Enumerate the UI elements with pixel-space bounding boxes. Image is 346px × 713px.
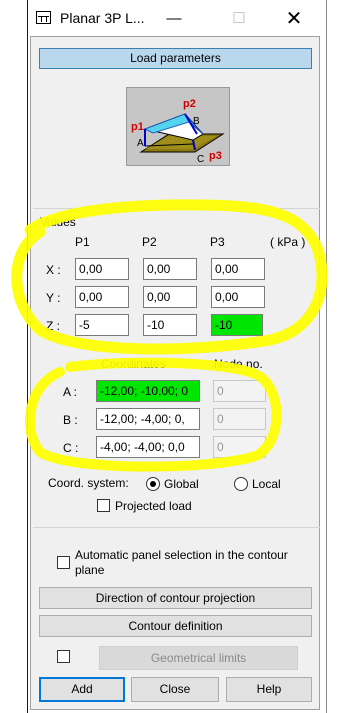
z-p1-input[interactable]: -5: [75, 314, 129, 336]
help-button[interactable]: Help: [226, 677, 312, 702]
window-border-left: [27, 0, 28, 713]
diagram-label-a: A: [137, 138, 144, 149]
close-window-button[interactable]: ✕: [274, 4, 314, 32]
title-bar[interactable]: Planar 3P L... — ☐ ✕: [28, 0, 326, 36]
diagram-label-b: B: [193, 116, 200, 127]
coord-a-input[interactable]: -12,00; -10,00; 0: [96, 380, 200, 402]
minimize-button[interactable]: —: [154, 4, 194, 32]
load-parameters-header[interactable]: Load parameters: [39, 48, 312, 69]
unit-label: ( kPa ): [270, 235, 306, 249]
window-border-right: [326, 0, 327, 713]
app-icon: [36, 11, 51, 24]
maximize-button[interactable]: ☐: [219, 4, 259, 32]
coord-c-input[interactable]: -4,00; -4,00; 0,0: [96, 436, 200, 458]
projected-load-label[interactable]: Projected load: [115, 499, 192, 513]
planar-load-diagram-icon: p1 p2 p3 A B C: [131, 98, 225, 165]
y-p1-input[interactable]: 0,00: [75, 286, 129, 308]
node-no-header: Node no.: [214, 357, 263, 371]
auto-panel-label-line1: Automatic panel selection in the contour: [75, 548, 288, 562]
auto-panel-checkbox[interactable]: [57, 556, 70, 569]
load-diagram: p1 p2 p3 A B C: [126, 87, 230, 166]
direction-of-contour-projection-button[interactable]: Direction of contour projection: [39, 587, 312, 609]
column-header-p1: P1: [75, 235, 90, 249]
x-p1-input[interactable]: 0,00: [75, 258, 129, 280]
node-a-input[interactable]: 0: [213, 380, 266, 402]
auto-panel-label-line2: plane: [75, 563, 105, 577]
values-section-label: Values: [40, 215, 76, 229]
window-title: Planar 3P L...: [60, 10, 145, 26]
node-c-input[interactable]: 0: [213, 436, 266, 458]
node-b-input[interactable]: 0: [213, 408, 266, 430]
x-p2-input[interactable]: 0,00: [143, 258, 197, 280]
close-button[interactable]: Close: [131, 677, 219, 702]
diagram-label-p2: p2: [183, 98, 196, 110]
row-label-y: Y :: [46, 291, 61, 305]
diagram-label-p3: p3: [209, 150, 222, 162]
z-p2-input[interactable]: -10: [143, 314, 197, 336]
separator: [33, 208, 320, 209]
contour-definition-button[interactable]: Contour definition: [39, 615, 312, 637]
add-button[interactable]: Add: [39, 677, 125, 702]
separator: [33, 527, 320, 528]
column-header-p3: P3: [210, 235, 225, 249]
auto-panel-label[interactable]: Automatic panel selection in the contour…: [75, 548, 288, 578]
x-p3-input[interactable]: 0,00: [211, 258, 265, 280]
local-radio[interactable]: [234, 477, 248, 491]
coord-b-input[interactable]: -12,00; -4,00; 0,: [96, 408, 200, 430]
global-radio[interactable]: [146, 477, 160, 491]
projected-load-checkbox[interactable]: [97, 499, 110, 512]
global-radio-label[interactable]: Global: [164, 477, 199, 491]
coord-label-b: B :: [63, 413, 78, 427]
coord-label-c: C :: [63, 441, 79, 455]
z-p3-input[interactable]: -10: [211, 314, 263, 336]
coord-system-label: Coord. system:: [48, 476, 129, 490]
diagram-label-p1: p1: [131, 121, 144, 133]
geometrical-limits-button[interactable]: Geometrical limits: [99, 646, 298, 670]
coordinates-header: Coordinates: [101, 357, 166, 371]
y-p2-input[interactable]: 0,00: [143, 286, 197, 308]
row-label-x: X :: [46, 263, 61, 277]
geometrical-limits-checkbox[interactable]: [57, 650, 70, 663]
local-radio-label[interactable]: Local: [252, 477, 281, 491]
row-label-z: Z :: [46, 319, 60, 333]
coord-label-a: A :: [63, 385, 78, 399]
y-p3-input[interactable]: 0,00: [211, 286, 265, 308]
column-header-p2: P2: [142, 235, 157, 249]
diagram-label-c: C: [197, 154, 204, 165]
